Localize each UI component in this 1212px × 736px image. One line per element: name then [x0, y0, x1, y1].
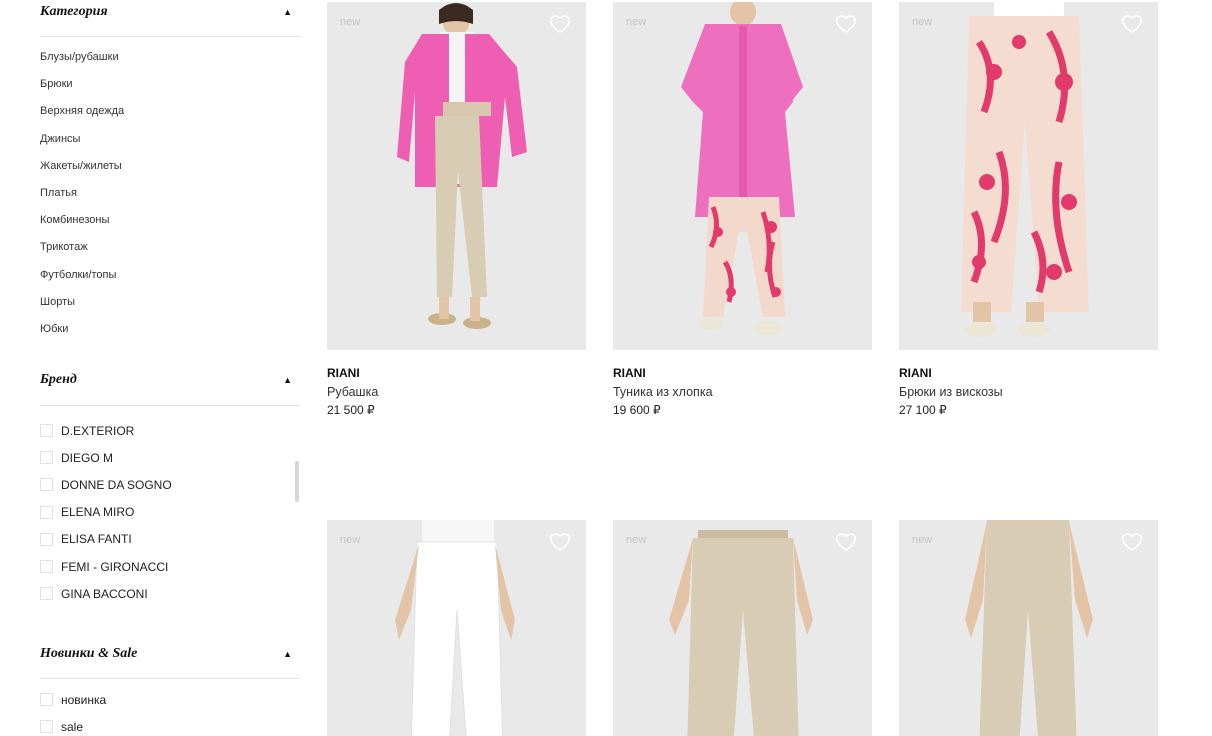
category-item[interactable]: Жакеты/жилеты	[40, 153, 300, 180]
heart-outline-icon[interactable]	[834, 530, 858, 554]
new-badge: new	[912, 534, 933, 546]
brand-filter-title: Бренд	[40, 372, 77, 387]
new-sale-filter-title: Новинки & Sale	[40, 646, 138, 661]
category-item[interactable]: Верхняя одежда	[40, 98, 300, 125]
product-image[interactable]: new	[899, 2, 1158, 350]
category-item[interactable]: Юбки	[40, 316, 300, 343]
product-image[interactable]: new	[613, 520, 872, 736]
divider	[40, 678, 300, 679]
sale-option[interactable]: sale	[40, 713, 290, 736]
checkbox[interactable]	[40, 560, 53, 574]
product-card[interactable]: new RIANI Туника из хлопка 19 600 ₽	[613, 2, 872, 417]
brand-option[interactable]: FEMI - GIRONACCI	[40, 553, 290, 580]
product-card[interactable]: new	[613, 520, 872, 736]
brand-option-label: ELENA MIRO	[61, 505, 135, 520]
new-sale-list: новинка sale	[40, 686, 290, 736]
product-price: 19 600 ₽	[613, 403, 661, 417]
checkbox[interactable]	[40, 532, 53, 546]
product-image[interactable]: new	[327, 2, 586, 350]
new-option[interactable]: новинка	[40, 686, 290, 713]
product-name[interactable]: Рубашка	[327, 385, 586, 399]
checkbox[interactable]	[40, 424, 53, 438]
category-list: Блузы/рубашки Брюки Верхняя одежда Джинс…	[40, 44, 300, 343]
new-badge: new	[626, 534, 647, 546]
category-filter-title: Категория	[40, 4, 108, 19]
brand-option[interactable]: DIEGO M	[40, 444, 290, 471]
model-illustration	[681, 2, 803, 335]
checkbox[interactable]	[40, 451, 53, 465]
category-item[interactable]: Комбинезоны	[40, 207, 300, 234]
product-image[interactable]: new	[899, 520, 1158, 736]
new-badge: new	[626, 16, 647, 28]
model-illustration	[961, 2, 1089, 337]
heart-outline-icon[interactable]	[834, 12, 858, 36]
product-price: 27 100 ₽	[899, 403, 947, 417]
category-item[interactable]: Блузы/рубашки	[40, 44, 300, 71]
category-item[interactable]: Трикотаж	[40, 234, 300, 261]
caret-up-icon: ▲	[283, 375, 292, 385]
category-item[interactable]: Брюки	[40, 71, 300, 98]
product-card[interactable]: new	[327, 520, 586, 736]
category-item[interactable]: Футболки/топы	[40, 262, 300, 289]
checkbox[interactable]	[40, 505, 53, 519]
category-item[interactable]: Платья	[40, 180, 300, 207]
brand-list-scrollbar[interactable]	[295, 461, 299, 502]
brand-option[interactable]: ELENA MIRO	[40, 499, 290, 526]
product-brand[interactable]: RIANI	[613, 366, 872, 380]
product-card[interactable]: new RIANI Брюки из вискозы 27 100 ₽	[899, 2, 1158, 417]
category-item[interactable]: Джинсы	[40, 126, 300, 153]
brand-option-label: ELISA FANTI	[61, 532, 132, 547]
heart-outline-icon[interactable]	[548, 530, 572, 554]
product-price: 21 500 ₽	[327, 403, 375, 417]
brand-filter-header[interactable]: Бренд ▲	[40, 372, 300, 388]
product-card[interactable]: new	[899, 520, 1158, 736]
checkbox[interactable]	[40, 478, 53, 492]
heart-outline-icon[interactable]	[1120, 12, 1144, 36]
new-badge: new	[912, 16, 933, 28]
brand-option-label: DONNE DA SOGNO	[61, 477, 172, 492]
checkbox[interactable]	[40, 587, 53, 601]
heart-outline-icon[interactable]	[1120, 530, 1144, 554]
product-card[interactable]: new RIANI Рубашка 21 500 ₽	[327, 2, 586, 417]
heart-outline-icon[interactable]	[548, 12, 572, 36]
product-name[interactable]: Брюки из вискозы	[899, 385, 1158, 399]
divider	[40, 405, 300, 406]
new-badge: new	[340, 534, 361, 546]
category-item[interactable]: Шорты	[40, 289, 300, 316]
product-brand[interactable]: RIANI	[327, 366, 586, 380]
brand-list: D.EXTERIOR DIEGO M DONNE DA SOGNO ELENA …	[40, 417, 290, 607]
model-illustration	[397, 3, 527, 329]
new-badge: new	[340, 16, 361, 28]
brand-option-label: FEMI - GIRONACCI	[61, 559, 169, 574]
checkbox[interactable]	[40, 693, 53, 707]
brand-option[interactable]: GINA BACCONI	[40, 580, 290, 607]
divider	[40, 36, 300, 37]
brand-option[interactable]: D.EXTERIOR	[40, 417, 290, 444]
product-brand[interactable]: RIANI	[899, 366, 1158, 380]
sale-option-label: sale	[61, 719, 84, 734]
product-name[interactable]: Туника из хлопка	[613, 385, 872, 399]
new-option-label: новинка	[61, 692, 107, 707]
caret-up-icon: ▲	[283, 649, 292, 659]
brand-option[interactable]: ELISA FANTI	[40, 526, 290, 553]
new-sale-filter-header[interactable]: Новинки & Sale ▲	[40, 646, 300, 662]
brand-option-label: GINA BACCONI	[61, 586, 148, 601]
product-image[interactable]: new	[327, 520, 586, 736]
brand-option[interactable]: DONNE DA SOGNO	[40, 471, 290, 498]
category-filter-header[interactable]: Категория ▲	[40, 4, 300, 20]
brand-option-label: D.EXTERIOR	[61, 423, 135, 438]
checkbox[interactable]	[40, 720, 53, 734]
caret-up-icon: ▲	[283, 7, 292, 17]
brand-option-label: DIEGO M	[61, 450, 114, 465]
product-image[interactable]: new	[613, 2, 872, 350]
